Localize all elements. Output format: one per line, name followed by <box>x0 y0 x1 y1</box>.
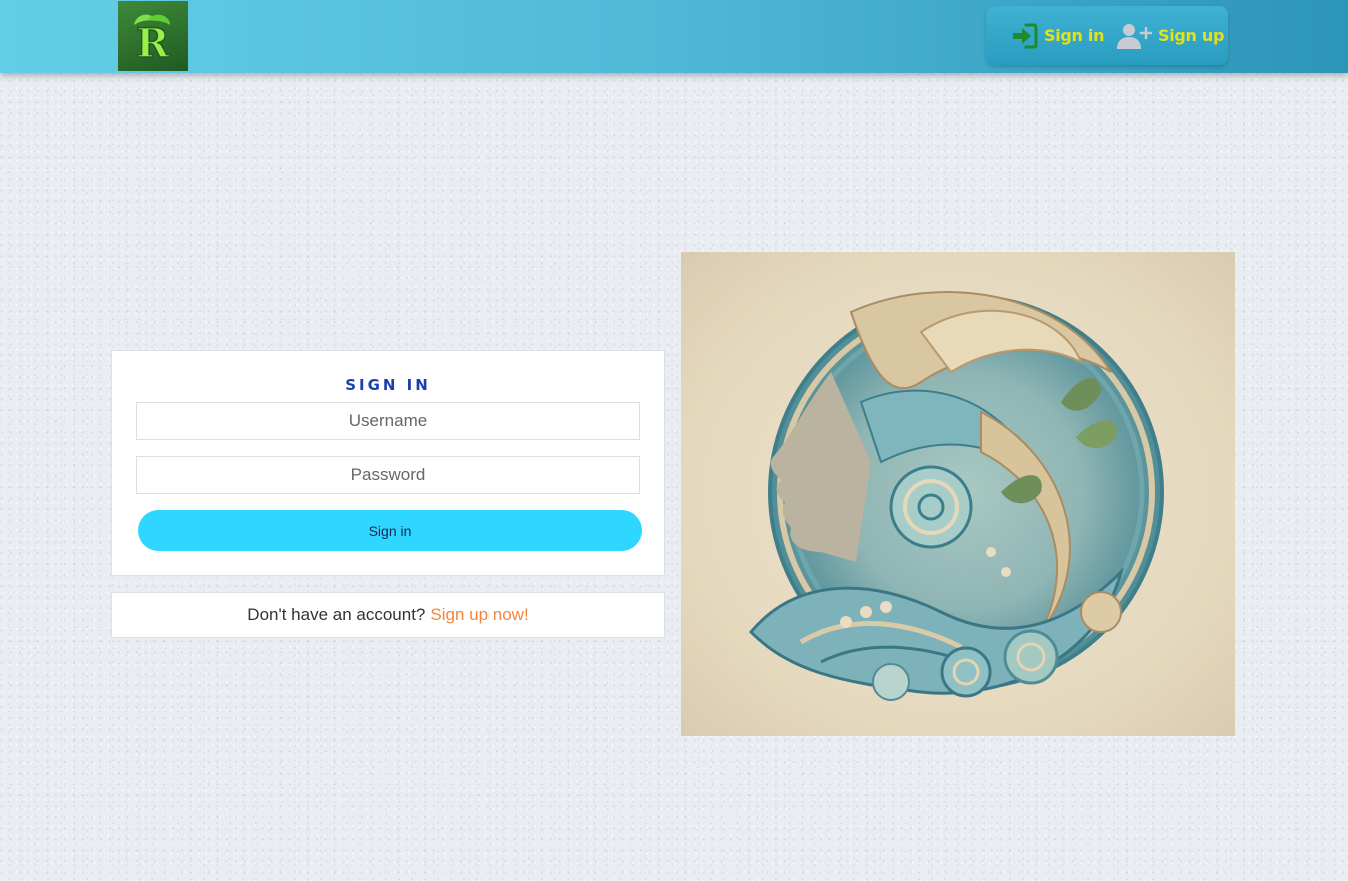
signup-prompt-text: Don't have an account? <box>247 605 426 624</box>
sign-in-icon <box>1013 23 1038 48</box>
nav-signup-button[interactable]: Sign up <box>1116 6 1224 65</box>
password-input[interactable] <box>136 456 640 494</box>
login-title: SIGN IN <box>345 376 431 394</box>
decorative-artwork <box>681 252 1235 736</box>
signin-submit-button[interactable]: Sign in <box>138 510 642 551</box>
username-input[interactable] <box>136 402 640 440</box>
leaf-r-logo-icon: R <box>134 14 171 63</box>
svg-text:R: R <box>136 20 170 63</box>
signup-link[interactable]: Sign up now! <box>430 605 528 625</box>
signup-prompt: Don't have an account? Sign up now! <box>111 592 665 638</box>
nav-signup-label: Sign up <box>1158 26 1225 45</box>
woman-profile-swirl-art <box>748 291 1164 701</box>
auth-nav: Sign in Sign up <box>986 6 1228 65</box>
nav-signin-button[interactable]: Sign in <box>1010 6 1105 65</box>
nav-signin-label: Sign in <box>1044 26 1105 45</box>
login-card: SIGN IN Sign in <box>111 350 665 576</box>
top-navbar: R Sign in Sign up <box>0 0 1348 73</box>
user-plus-icon <box>1117 23 1152 49</box>
logo[interactable]: R <box>118 1 188 71</box>
